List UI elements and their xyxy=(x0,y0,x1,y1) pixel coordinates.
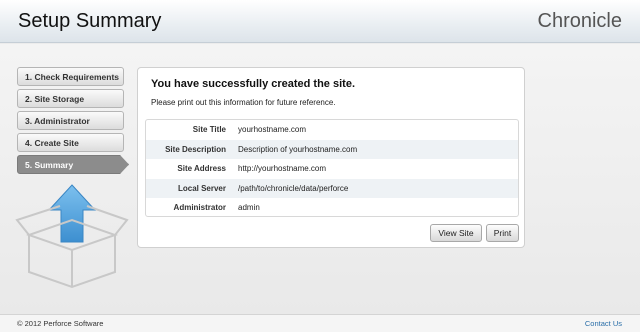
table-row: Site Description Description of yourhost… xyxy=(146,139,518,159)
print-button[interactable]: Print xyxy=(486,224,519,242)
setup-steps-nav: 1. Check Requirements 2. Site Storage 3.… xyxy=(17,67,129,177)
table-row: Administrator admin xyxy=(146,198,518,216)
local-server-value: /path/to/chronicle/data/perforce xyxy=(238,183,349,193)
step-check-requirements[interactable]: 1. Check Requirements xyxy=(17,67,124,86)
site-address-label: Site Address xyxy=(177,164,226,174)
open-box-with-upload-arrow-icon xyxy=(15,184,129,289)
page-header: Setup Summary Chronicle xyxy=(0,0,640,43)
print-instruction: Please print out this information for fu… xyxy=(151,98,336,107)
site-address-value: http://yourhostname.com xyxy=(238,164,327,174)
site-description-value: Description of yourhostname.com xyxy=(238,144,358,154)
administrator-value: admin xyxy=(238,203,260,213)
page-title: Setup Summary xyxy=(18,10,162,32)
page-footer: © 2012 Perforce Software Contact Us xyxy=(0,314,640,332)
local-server-label: Local Server xyxy=(177,183,226,193)
step-create-site[interactable]: 4. Create Site xyxy=(17,133,124,152)
step-summary[interactable]: 5. Summary xyxy=(17,155,129,174)
step-site-storage[interactable]: 2. Site Storage xyxy=(17,89,124,108)
copyright-text: © 2012 Perforce Software xyxy=(17,319,104,328)
table-row: Site Address http://yourhostname.com xyxy=(146,159,518,179)
site-title-value: yourhostname.com xyxy=(238,125,307,135)
site-info-table: Site Title yourhostname.com Site Descrip… xyxy=(145,119,519,217)
success-heading: You have successfully created the site. xyxy=(151,78,355,90)
administrator-label: Administrator xyxy=(173,203,226,213)
summary-panel: You have successfully created the site. … xyxy=(137,67,525,248)
brand-logo: Chronicle xyxy=(537,10,622,32)
step-administrator[interactable]: 3. Administrator xyxy=(17,111,124,130)
table-row: Local Server /path/to/chronicle/data/per… xyxy=(146,178,518,198)
contact-us-link[interactable]: Contact Us xyxy=(585,319,622,328)
site-title-label: Site Title xyxy=(192,125,226,135)
table-row: Site Title yourhostname.com xyxy=(146,120,518,140)
site-description-label: Site Description xyxy=(165,144,226,154)
view-site-button[interactable]: View Site xyxy=(430,224,482,242)
